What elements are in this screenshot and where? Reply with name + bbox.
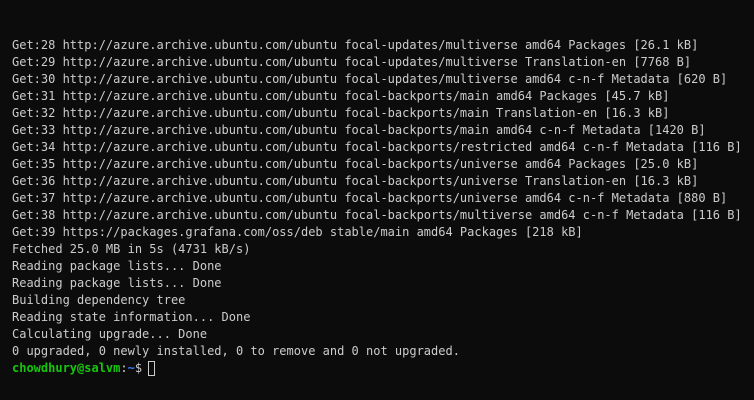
terminal-window[interactable]: Get:28 http://azure.archive.ubuntu.com/u… [0, 0, 754, 400]
output-line: Calculating upgrade... Done [12, 327, 208, 341]
output-line: Get:28 http://azure.archive.ubuntu.com/u… [12, 38, 699, 52]
output-line: Reading package lists... Done [12, 259, 222, 273]
prompt-path: ~ [127, 361, 135, 375]
output-line: Get:39 https://packages.grafana.com/oss/… [12, 225, 583, 239]
output-line: Reading state information... Done [12, 310, 251, 324]
output-line: 0 upgraded, 0 newly installed, 0 to remo… [12, 344, 460, 358]
output-line: Get:38 http://azure.archive.ubuntu.com/u… [12, 208, 742, 222]
text-cursor[interactable] [148, 361, 156, 376]
output-line: Get:29 http://azure.archive.ubuntu.com/u… [12, 55, 692, 69]
output-line: Get:34 http://azure.archive.ubuntu.com/u… [12, 140, 742, 154]
prompt-user-host: chowdhury@salvm [12, 361, 121, 375]
output-line: Fetched 25.0 MB in 5s (4731 kB/s) [12, 242, 251, 256]
output-line: Building dependency tree [12, 293, 186, 307]
output-line: Get:33 http://azure.archive.ubuntu.com/u… [12, 123, 706, 137]
output-line: Get:31 http://azure.archive.ubuntu.com/u… [12, 89, 670, 103]
command-prompt[interactable]: chowdhury@salvm: ~ $ [12, 360, 754, 377]
output-line: Get:32 http://azure.archive.ubuntu.com/u… [12, 106, 670, 120]
output-line: Get:35 http://azure.archive.ubuntu.com/u… [12, 157, 699, 171]
output-line: Get:30 http://azure.archive.ubuntu.com/u… [12, 72, 728, 86]
prompt-symbol: $ [134, 361, 143, 375]
prompt-separator: : [120, 361, 128, 375]
output-line: Reading package lists... Done [12, 276, 222, 290]
output-line: Get:36 http://azure.archive.ubuntu.com/u… [12, 174, 699, 188]
output-line: Get:37 http://azure.archive.ubuntu.com/u… [12, 191, 728, 205]
